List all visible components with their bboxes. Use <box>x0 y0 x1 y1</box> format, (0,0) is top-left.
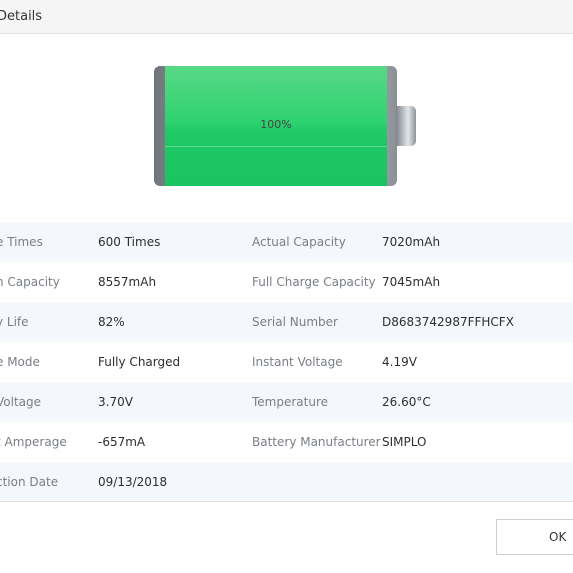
row-label: Serial Number <box>252 315 338 329</box>
row-label: Voltage <box>0 395 42 409</box>
footer-divider <box>0 501 573 502</box>
battery-graphic: 100% <box>154 66 419 188</box>
row-label: Battery Manufacturer <box>252 435 381 449</box>
row-label: Temperature <box>252 395 329 409</box>
row-value: 7020mAh <box>382 235 441 249</box>
battery-fill: 100% <box>165 66 387 186</box>
row-label: e Times <box>0 235 43 249</box>
window-title: Details <box>0 9 43 24</box>
battery-terminal <box>396 106 416 146</box>
row-label: Full Charge Capacity <box>252 275 376 289</box>
row-label: e Mode <box>0 355 40 369</box>
row-value: 600 Times <box>98 235 161 249</box>
table-row: ction Date 09/13/2018 <box>0 462 573 502</box>
row-label: n Capacity <box>0 275 60 289</box>
row-label: ction Date <box>0 475 59 489</box>
table-row: e Mode Fully Charged Instant Voltage 4.1… <box>0 342 573 382</box>
table-row: n Capacity 8557mAh Full Charge Capacity … <box>0 262 573 302</box>
row-value: 3.70V <box>98 395 133 409</box>
row-value: 26.60°C <box>382 395 431 409</box>
row-label: Actual Capacity <box>252 235 346 249</box>
battery-body: 100% <box>154 66 397 186</box>
table-row: t Amperage -657mA Battery Manufacturer S… <box>0 422 573 462</box>
row-label: t Amperage <box>0 435 67 449</box>
title-bar: Details <box>0 0 573 34</box>
row-value: -657mA <box>98 435 146 449</box>
row-label: Instant Voltage <box>252 355 343 369</box>
row-value: 09/13/2018 <box>98 475 168 489</box>
row-value: 7045mAh <box>382 275 441 289</box>
row-value: 8557mAh <box>98 275 157 289</box>
row-value: 82% <box>98 315 125 329</box>
row-value: 4.19V <box>382 355 417 369</box>
row-value: Fully Charged <box>98 355 181 369</box>
battery-level-label: 100% <box>260 118 292 131</box>
table-row: Voltage 3.70V Temperature 26.60°C <box>0 382 573 422</box>
table-row: e Times 600 Times Actual Capacity 7020mA… <box>0 222 573 262</box>
row-label: y Life <box>0 315 29 329</box>
table-row: y Life 82% Serial Number D8683742987FFHC… <box>0 302 573 342</box>
row-value: SIMPLO <box>382 435 427 449</box>
row-value: D8683742987FFHCFX <box>382 315 514 329</box>
ok-button[interactable]: OK <box>496 519 573 555</box>
